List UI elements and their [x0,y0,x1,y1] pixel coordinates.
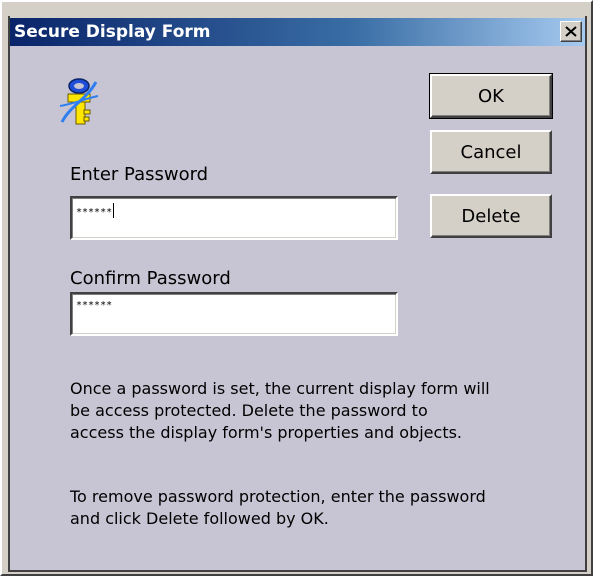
close-icon [565,26,577,37]
help-paragraph-2: To remove password protection, enter the… [70,486,570,530]
enter-password-field[interactable]: ****** [70,196,398,240]
dialog-client-area: Enter Password ****** Confirm Password *… [10,46,585,570]
cancel-button-label: Cancel [460,141,522,163]
confirm-password-value: ****** [76,300,113,311]
enter-password-label: Enter Password [70,164,209,185]
key-icon [59,78,99,125]
ok-button-label: OK [478,85,504,107]
delete-button[interactable]: Delete [430,194,552,238]
confirm-password-label: Confirm Password [70,268,231,289]
window-frame-right [585,16,587,572]
help-line: access the display form's properties and… [70,423,463,442]
cancel-button[interactable]: Cancel [430,130,552,174]
text-caret [113,203,115,218]
secure-display-form-dialog: Secure Display Form Enter Password *****… [0,0,593,576]
title-bar[interactable]: Secure Display Form [10,18,585,46]
ok-button[interactable]: OK [429,73,553,119]
window-frame-bottom [8,570,587,572]
help-line: To remove password protection, enter the… [70,487,486,506]
window-frame-left [8,16,10,572]
help-paragraph-1: Once a password is set, the current disp… [70,378,570,444]
help-line: be access protected. Delete the password… [70,401,428,420]
help-line: and click Delete followed by OK. [70,509,329,528]
confirm-password-field[interactable]: ****** [70,292,398,336]
window-title: Secure Display Form [14,22,211,42]
enter-password-value: ****** [76,207,113,218]
close-button[interactable] [560,21,582,42]
help-line: Once a password is set, the current disp… [70,379,490,398]
delete-button-label: Delete [461,205,521,227]
